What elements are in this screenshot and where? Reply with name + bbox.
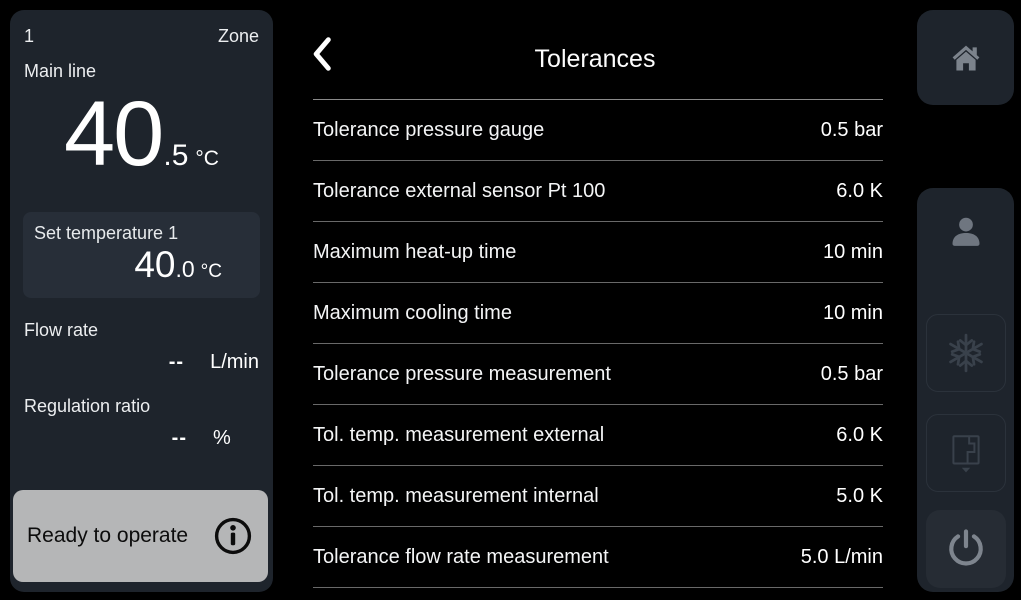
home-icon xyxy=(950,43,982,73)
tolerance-row[interactable]: Tolerance pressure gauge 0.5 bar xyxy=(313,100,883,161)
tolerance-row-value: 6.0 K xyxy=(836,180,883,203)
main-temp-decimal: .5 xyxy=(163,139,188,173)
tolerances-list: Tolerance pressure gauge 0.5 bar Toleran… xyxy=(273,100,917,588)
tolerance-row-value: 10 min xyxy=(823,241,883,264)
cooling-button[interactable] xyxy=(926,314,1006,392)
sidebar-item-user[interactable] xyxy=(936,210,996,254)
set-temp-unit: °C xyxy=(201,261,222,283)
flow-rate-value-row: -- L/min xyxy=(24,351,259,374)
tolerance-row-label: Maximum heat-up time xyxy=(313,241,516,264)
tolerance-row-label: Tol. temp. measurement internal xyxy=(313,485,599,508)
set-temp-integer: 40 xyxy=(134,245,175,286)
tolerance-row-value: 5.0 L/min xyxy=(801,546,883,569)
tolerance-row-label: Tolerance flow rate measurement xyxy=(313,546,609,569)
sidebar-item-home[interactable] xyxy=(917,10,1014,105)
mold-purge-icon xyxy=(947,432,985,474)
main-temp-integer: 40 xyxy=(64,88,162,180)
set-temperature-box[interactable]: Set temperature 1 40 .0 °C xyxy=(23,212,260,298)
tolerance-row-label: Tolerance pressure gauge xyxy=(313,119,544,142)
user-icon xyxy=(948,214,984,250)
regulation-ratio-label: Regulation ratio xyxy=(24,396,259,417)
status-label: Ready to operate xyxy=(27,524,188,548)
tolerance-row-value: 0.5 bar xyxy=(821,363,883,386)
tolerance-row-value: 0.5 bar xyxy=(821,119,883,142)
tolerance-row[interactable]: Maximum heat-up time 10 min xyxy=(313,222,883,283)
status-box: Ready to operate xyxy=(13,490,268,582)
page-title: Tolerances xyxy=(273,45,917,74)
regulation-ratio-unit: % xyxy=(213,427,231,450)
tolerance-row-label: Maximum cooling time xyxy=(313,302,512,325)
sidebar-lower-block xyxy=(917,188,1014,592)
zone-panel: 1 Zone Main line 40 .5 °C Set temperatur… xyxy=(10,10,273,592)
tolerance-row[interactable]: Maximum cooling time 10 min xyxy=(313,283,883,344)
tolerance-row-label: Tolerance pressure measurement xyxy=(313,363,611,386)
set-temp-decimal: .0 xyxy=(175,256,194,283)
zone-label: Zone xyxy=(218,26,259,47)
tolerance-row[interactable]: Tol. temp. measurement internal 5.0 K xyxy=(313,466,883,527)
flow-rate-value: -- xyxy=(24,351,184,374)
tolerance-row[interactable]: Tolerance external sensor Pt 100 6.0 K xyxy=(313,161,883,222)
main-temp-unit: °C xyxy=(195,147,219,171)
sidebar xyxy=(917,10,1014,592)
tolerance-row-value: 5.0 K xyxy=(836,485,883,508)
tolerance-row[interactable]: Tolerance flow rate measurement 5.0 L/mi… xyxy=(313,527,883,588)
set-temperature-label: Set temperature 1 xyxy=(34,223,248,244)
snowflake-icon xyxy=(945,332,987,374)
tolerance-row-label: Tol. temp. measurement external xyxy=(313,424,604,447)
tolerance-row-label: Tolerance external sensor Pt 100 xyxy=(313,180,605,203)
main-line-label: Main line xyxy=(24,61,259,82)
info-icon xyxy=(213,516,253,556)
mold-purge-button[interactable] xyxy=(926,414,1006,492)
zone-number: 1 xyxy=(24,26,34,47)
regulation-ratio-value-row: -- % xyxy=(24,427,259,450)
power-icon xyxy=(945,528,987,570)
tolerance-row[interactable]: Tol. temp. measurement external 6.0 K xyxy=(313,405,883,466)
flow-rate-unit: L/min xyxy=(210,351,259,374)
flow-rate-label: Flow rate xyxy=(24,320,259,341)
main-temperature-display: 40 .5 °C xyxy=(24,88,259,188)
tolerance-row[interactable]: Tolerance pressure measurement 0.5 bar xyxy=(313,344,883,405)
set-temperature-value: 40 .0 °C xyxy=(34,245,248,286)
tolerances-page: Tolerances Tolerance pressure gauge 0.5 … xyxy=(273,0,917,600)
sidebar-item-menu-active[interactable] xyxy=(903,105,1014,188)
tolerance-row-value: 10 min xyxy=(823,302,883,325)
info-button[interactable] xyxy=(213,516,253,556)
page-header: Tolerances xyxy=(273,0,917,99)
regulation-ratio-value: -- xyxy=(24,427,187,450)
power-button[interactable] xyxy=(926,510,1006,588)
tolerance-row-value: 6.0 K xyxy=(836,424,883,447)
